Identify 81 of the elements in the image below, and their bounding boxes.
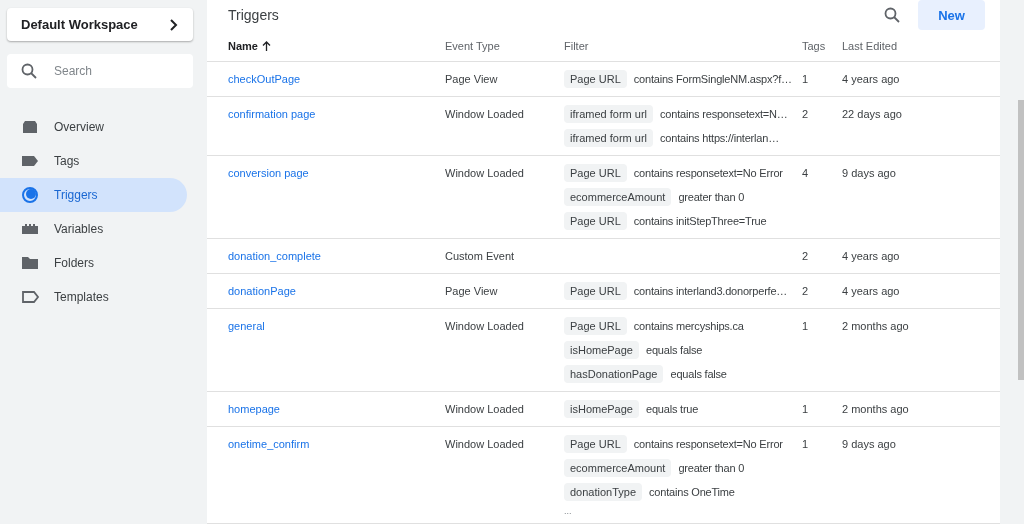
tag-count: 1 — [802, 320, 809, 332]
panel-title: Triggers — [228, 5, 279, 25]
filter-variable: donationType — [564, 483, 643, 501]
column-header: Event Type — [445, 39, 500, 52]
filter-variable: ecommerceAmount — [564, 459, 672, 477]
last-edited: 2 months ago — [842, 403, 909, 415]
event-type: Window Loaded — [445, 167, 524, 179]
tag-count: 1 — [802, 438, 809, 450]
nav-item[interactable]: Folders — [0, 246, 187, 280]
filter-variable: isHomePage — [564, 400, 639, 418]
filter-condition: contains OneTime — [649, 484, 735, 500]
filter-condition: contains responsetext=N… — [660, 106, 788, 122]
trigger-link[interactable]: general — [228, 320, 265, 332]
filter-condition: greater than 0 — [678, 460, 745, 476]
filter-condition: greater than 0 — [678, 189, 745, 205]
tag-count: 4 — [802, 167, 809, 179]
last-edited: 4 years ago — [842, 285, 900, 297]
search-field[interactable]: Search — [7, 54, 193, 88]
nav-item[interactable]: Templates — [0, 280, 187, 314]
column-header: Last Edited — [842, 39, 898, 52]
filter-variable: iframed form url — [564, 105, 654, 123]
event-type: Page View — [445, 285, 498, 297]
trigger-link[interactable]: donationPage — [228, 285, 296, 297]
column-header[interactable]: Name — [228, 37, 258, 55]
search-icon[interactable] — [884, 7, 900, 24]
filter-condition: equals false — [646, 342, 703, 358]
filter-condition: contains FormSingleNM.aspx?f… — [633, 71, 792, 87]
filter-variable: ecommerceAmount — [564, 188, 672, 206]
more-indicator: ... — [564, 507, 573, 515]
filter-condition: contains mercyships.ca — [633, 318, 744, 334]
last-edited: 9 days ago — [842, 167, 896, 179]
tag-count: 1 — [802, 403, 809, 415]
trigger-link[interactable]: conversion page — [228, 167, 309, 179]
filter-condition: contains responsetext=No Error — [633, 436, 783, 452]
event-type: Window Loaded — [445, 108, 524, 120]
last-edited: 9 days ago — [842, 438, 896, 450]
filter-variable: Page URL — [564, 164, 627, 182]
nav-item[interactable]: Variables — [0, 212, 187, 246]
tag-count: 2 — [802, 108, 809, 120]
trigger-link[interactable]: checkOutPage — [228, 73, 301, 85]
event-type: Window Loaded — [445, 438, 524, 450]
column-header: Tags — [802, 39, 826, 52]
nav-item[interactable]: Tags — [0, 144, 187, 178]
filter-variable: isHomePage — [564, 341, 639, 359]
event-type: Window Loaded — [445, 403, 524, 415]
tag-count: 2 — [802, 250, 809, 262]
last-edited: 22 days ago — [842, 108, 902, 120]
nav-item[interactable]: Triggers — [0, 178, 187, 212]
filter-variable: Page URL — [564, 317, 627, 335]
trigger-link[interactable]: homepage — [228, 403, 280, 415]
filter-condition: contains https://interlan… — [660, 130, 779, 146]
tag-count: 2 — [802, 285, 809, 297]
filter-condition: contains initStepThree=True — [633, 213, 767, 229]
sort-arrow-icon — [261, 40, 271, 51]
event-type: Window Loaded — [445, 320, 524, 332]
chevron-right-icon — [169, 18, 179, 31]
filter-condition: equals true — [646, 401, 699, 417]
filter-condition: contains responsetext=No Error — [633, 165, 783, 181]
trigger-link[interactable]: donation_complete — [228, 250, 321, 262]
tag-count: 1 — [802, 73, 809, 85]
last-edited: 2 months ago — [842, 320, 909, 332]
last-edited: 4 years ago — [842, 73, 900, 85]
scrollbar-thumb[interactable] — [1018, 100, 1024, 380]
search-icon — [21, 63, 37, 79]
filter-variable: Page URL — [564, 212, 627, 230]
filter-variable: iframed form url — [564, 129, 654, 147]
event-type: Custom Event — [445, 250, 515, 262]
nav-item[interactable]: Overview — [0, 110, 187, 144]
new-button[interactable]: New — [918, 0, 985, 31]
event-type: Page View — [445, 73, 498, 85]
filter-condition: equals false — [670, 366, 727, 382]
column-header: Filter — [564, 39, 589, 52]
filter-variable: Page URL — [564, 70, 627, 88]
filter-variable: Page URL — [564, 282, 627, 300]
filter-condition: contains interland3.donorperfe… — [633, 283, 788, 299]
workspace-selector[interactable]: Default Workspace — [7, 8, 193, 41]
filter-variable: hasDonationPage — [564, 365, 664, 383]
filter-variable: Page URL — [564, 435, 627, 453]
trigger-link[interactable]: onetime_confirm — [228, 438, 310, 450]
last-edited: 4 years ago — [842, 250, 900, 262]
trigger-link[interactable]: confirmation page — [228, 108, 316, 120]
